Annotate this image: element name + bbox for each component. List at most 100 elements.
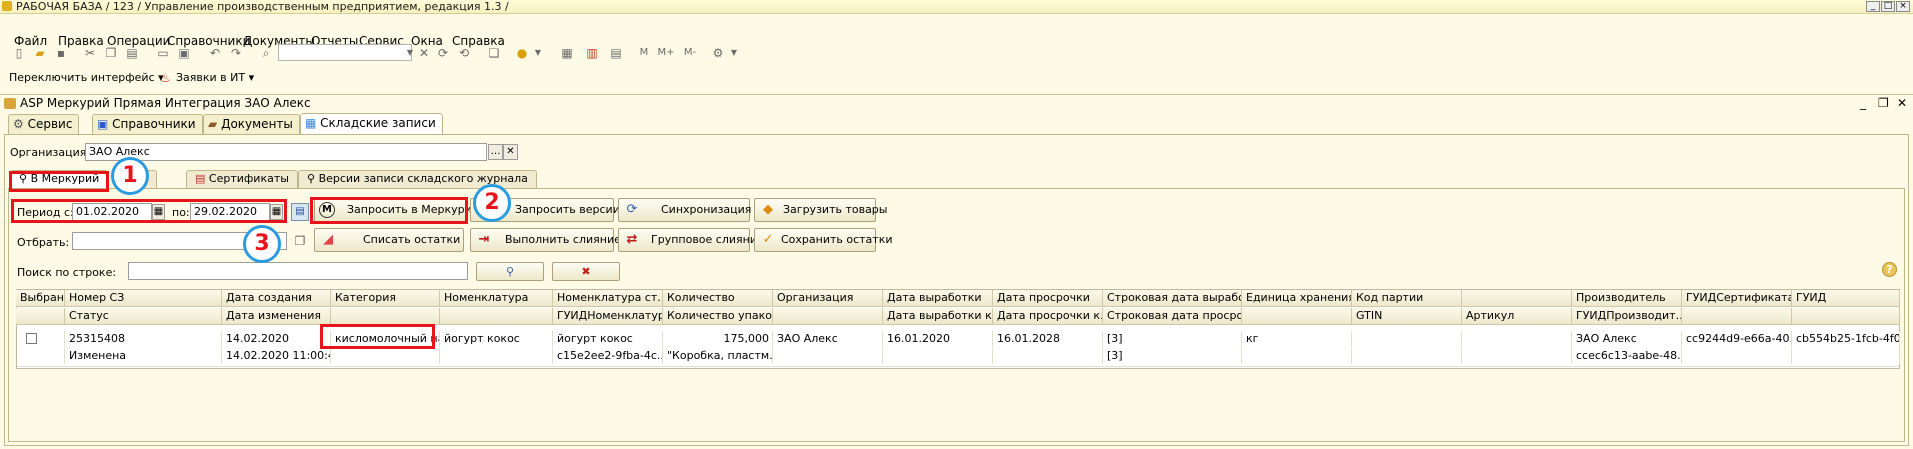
row-select-checkbox[interactable]: [16, 331, 65, 347]
table-cell[interactable]: [331, 348, 440, 364]
table-cell[interactable]: 175,000: [663, 331, 773, 347]
column-header-secondary[interactable]: ГУИДНоменклатуры: [553, 308, 663, 325]
redo-icon[interactable]: ↷: [228, 46, 244, 60]
group-merge-button[interactable]: ⇄ Групповое слияние: [618, 228, 764, 252]
find-prev-icon[interactable]: ⟲: [456, 46, 472, 60]
print-icon[interactable]: ▭: [155, 46, 171, 60]
minimize-icon[interactable]: _: [1860, 95, 1866, 111]
preview-icon[interactable]: ▣: [176, 46, 192, 60]
table-cell[interactable]: 14.02.2020: [222, 331, 331, 347]
tab-references[interactable]: ▣ Справочники: [92, 114, 203, 134]
switch-interface-button[interactable]: Переключить интерфейс ▾: [9, 71, 164, 84]
column-header-secondary[interactable]: ГУИДПроизводит...: [1572, 308, 1682, 325]
search-combo[interactable]: [278, 44, 412, 61]
clear-search-icon[interactable]: ✕: [416, 46, 432, 60]
column-header-secondary[interactable]: [16, 308, 65, 325]
maximize-icon[interactable]: □: [1881, 1, 1895, 12]
column-header-secondary[interactable]: Строковая дата просроч...: [1103, 308, 1242, 325]
new-doc-icon[interactable]: ▯: [11, 46, 27, 60]
column-header[interactable]: Дата выработки: [883, 290, 993, 307]
table-cell[interactable]: кг: [1242, 331, 1352, 347]
column-header[interactable]: Строковая дата выработ...: [1103, 290, 1242, 307]
requests-button[interactable]: Заявки в ИТ ▾: [176, 71, 254, 84]
column-header[interactable]: [1462, 290, 1572, 307]
column-header[interactable]: Выбран: [16, 290, 65, 307]
windows-icon[interactable]: ❏: [486, 46, 502, 60]
memory-plus-icon[interactable]: M+: [656, 46, 676, 60]
column-header[interactable]: Дата создания: [222, 290, 331, 307]
undo-icon[interactable]: ↶: [207, 46, 223, 60]
column-header[interactable]: ГУИДСертификата: [1682, 290, 1792, 307]
column-header[interactable]: ГУИД: [1792, 290, 1900, 307]
close-icon[interactable]: ×: [1896, 1, 1910, 12]
table-cell[interactable]: [883, 348, 993, 364]
column-header-secondary[interactable]: Артикул: [1462, 308, 1572, 325]
calendar-icon[interactable]: ▥: [584, 46, 600, 60]
memory-minus-icon[interactable]: M-: [680, 46, 700, 60]
column-header-secondary[interactable]: Дата выработки к...: [883, 308, 993, 325]
period-settings-icon[interactable]: ▤: [291, 203, 309, 221]
column-header[interactable]: Организация: [773, 290, 883, 307]
copy-icon[interactable]: ❐: [103, 46, 119, 60]
column-header-secondary[interactable]: [1682, 308, 1792, 325]
close-icon[interactable]: ✕: [1897, 95, 1907, 111]
tools-icon[interactable]: ⚙: [710, 46, 726, 60]
table-cell[interactable]: [1462, 331, 1572, 347]
table-cell[interactable]: cc9244d9-e66a-40...: [1682, 331, 1792, 347]
table-cell[interactable]: йогурт кокос: [440, 331, 553, 347]
find-icon[interactable]: ⌕: [258, 46, 274, 60]
table-cell[interactable]: [1682, 348, 1792, 364]
column-header-secondary[interactable]: [1792, 308, 1900, 325]
save-icon[interactable]: ▪: [53, 46, 69, 60]
org-field[interactable]: ЗАО Алекс: [85, 143, 487, 161]
tools-dropdown-icon[interactable]: ▼: [726, 46, 742, 60]
column-header[interactable]: Номер СЗ: [65, 290, 222, 307]
table-cell[interactable]: 16.01.2020: [883, 331, 993, 347]
table-cell[interactable]: ЗАО Алекс: [773, 331, 883, 347]
column-header[interactable]: Номенклатура ст...: [553, 290, 663, 307]
save-remains-button[interactable]: ✓ Сохранить остатки: [754, 228, 893, 252]
clear-search-button[interactable]: ✖: [552, 262, 620, 281]
minimize-icon[interactable]: _: [1866, 1, 1880, 12]
table-cell[interactable]: [1792, 348, 1900, 364]
tab-warehouse-records[interactable]: ▦ Складские записи: [300, 113, 443, 134]
calculator-icon[interactable]: ▦: [559, 46, 575, 60]
memory-m-icon[interactable]: M: [636, 46, 652, 60]
table-cell[interactable]: [3]: [1103, 348, 1242, 364]
table-cell[interactable]: [1352, 331, 1462, 347]
table-cell[interactable]: [16, 348, 65, 364]
subtab-journal-versions[interactable]: ⚲ Версии записи складского журнала: [298, 170, 537, 188]
table-cell[interactable]: [1242, 348, 1352, 364]
table-cell[interactable]: [3]: [1103, 331, 1242, 347]
column-header[interactable]: Дата просрочки: [993, 290, 1103, 307]
sync-button[interactable]: ⟳ Синхронизация: [618, 198, 751, 222]
column-header[interactable]: Единица хранения: [1242, 290, 1352, 307]
table-cell[interactable]: [993, 348, 1103, 364]
subtab-certificates[interactable]: ▤ Сертификаты: [186, 170, 298, 188]
write-off-button[interactable]: ◢ Списать остатки: [314, 228, 464, 252]
info-dropdown-icon[interactable]: ▼: [530, 46, 546, 60]
column-header-secondary[interactable]: Дата просрочки к...: [993, 308, 1103, 325]
table-cell[interactable]: [1352, 348, 1462, 364]
table-cell[interactable]: cb554b25-1fcb-4f0...: [1792, 331, 1900, 347]
table-cell[interactable]: йогурт кокос: [553, 331, 663, 347]
table-cell[interactable]: 16.01.2028: [993, 331, 1103, 347]
open-folder-icon[interactable]: ▰: [32, 46, 48, 60]
column-header-secondary[interactable]: [440, 308, 553, 325]
restore-icon[interactable]: ❐: [1878, 95, 1889, 111]
table-cell[interactable]: 25315408: [65, 331, 222, 347]
table-cell[interactable]: "Коробка, пластм...: [663, 348, 773, 364]
search-button[interactable]: ⚲: [476, 262, 544, 281]
org-clear-button[interactable]: ✕: [503, 144, 518, 160]
column-header[interactable]: Категория: [331, 290, 440, 307]
column-header-secondary[interactable]: Дата изменения: [222, 308, 331, 325]
column-header-secondary[interactable]: [1242, 308, 1352, 325]
column-header-secondary[interactable]: Статус: [65, 308, 222, 325]
table-icon[interactable]: ▤: [608, 46, 624, 60]
load-goods-button[interactable]: ◆ Загрузить товары: [754, 198, 887, 222]
tab-service[interactable]: ⚙ Сервис: [8, 114, 80, 134]
filter-copy-icon[interactable]: ❐: [291, 233, 309, 251]
table-cell[interactable]: [1462, 348, 1572, 364]
column-header-secondary[interactable]: Количество упако...: [663, 308, 773, 325]
column-header[interactable]: Количество: [663, 290, 773, 307]
